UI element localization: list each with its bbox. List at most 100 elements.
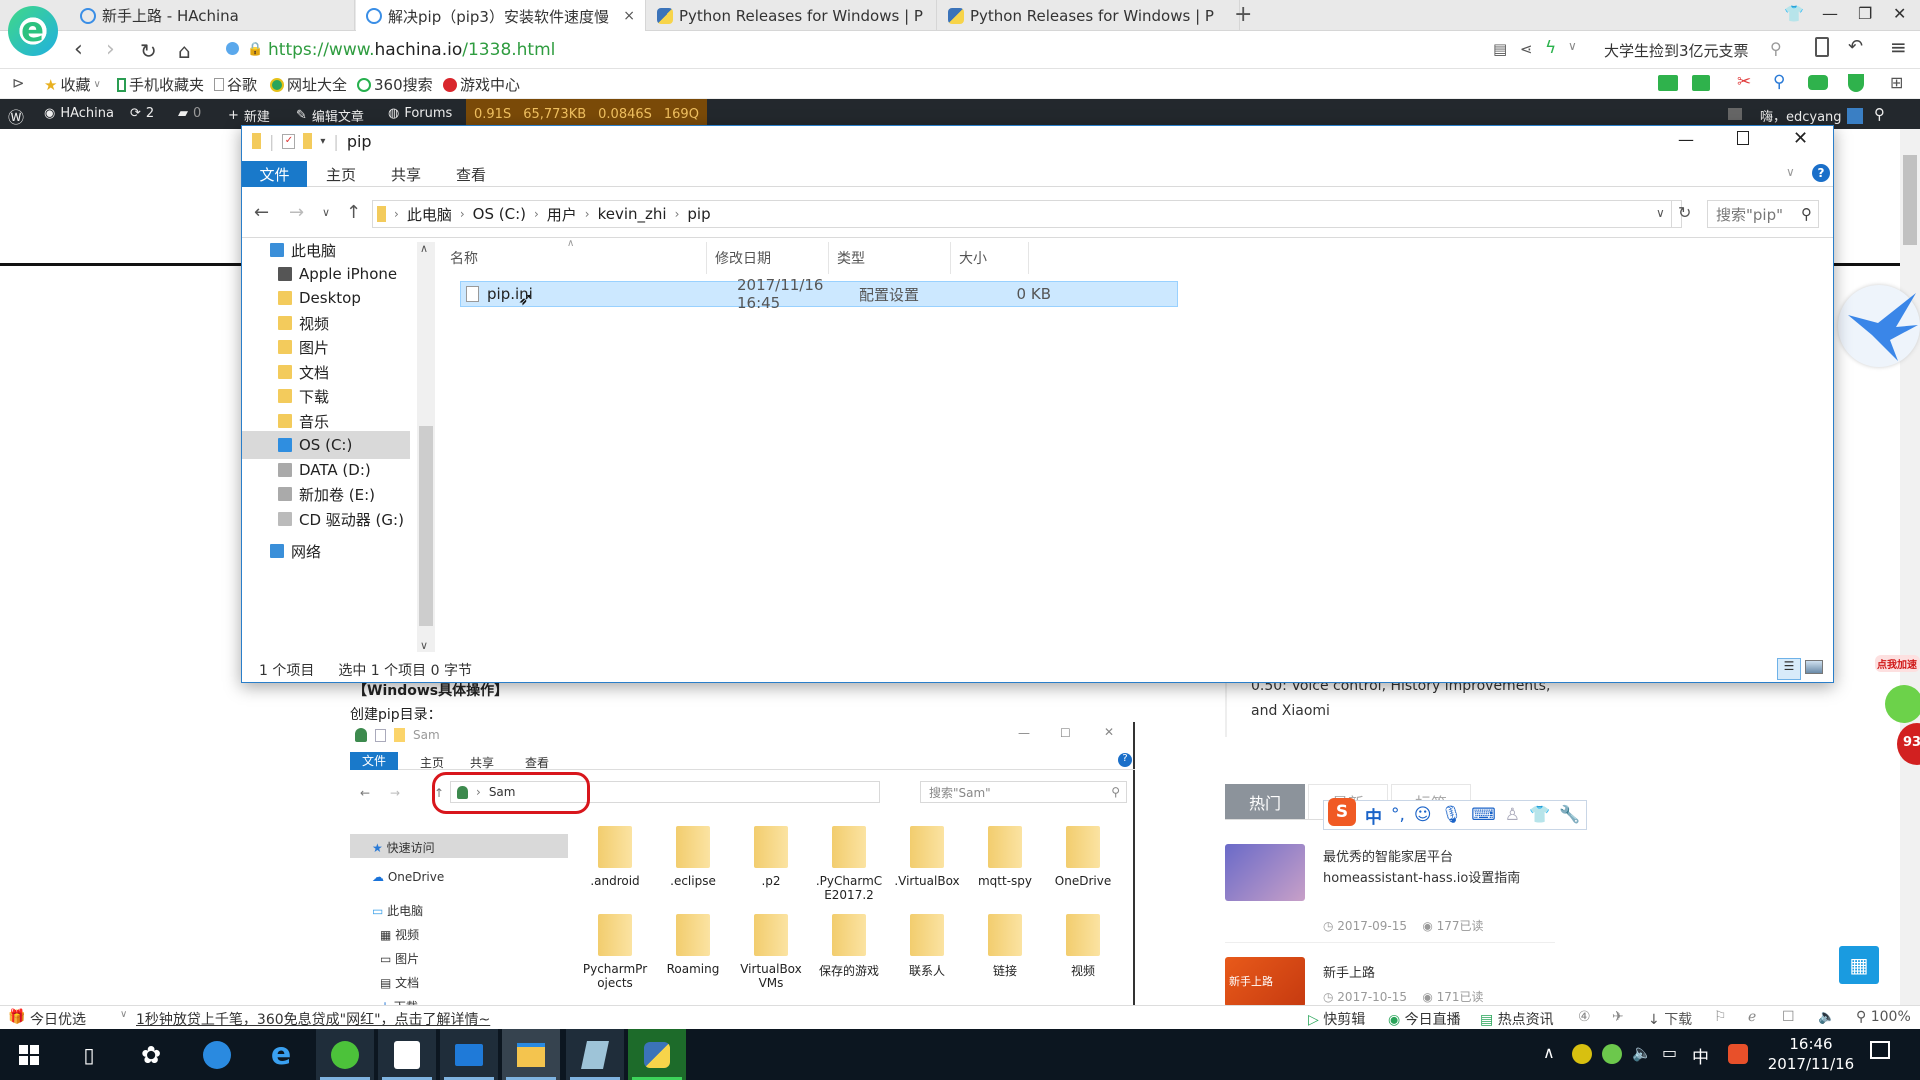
downloads-link[interactable]: ↓ 下载 <box>1648 1009 1692 1029</box>
breadcrumb-item[interactable]: pip <box>687 205 710 223</box>
start-button[interactable] <box>0 1029 58 1080</box>
details-view-button[interactable]: ☰ <box>1777 658 1801 680</box>
close-button[interactable]: ✕ <box>1793 128 1808 149</box>
battery-tray-icon[interactable]: ▭ <box>1662 1043 1677 1062</box>
nav-scrollbar-thumb[interactable] <box>419 426 433 626</box>
post-thumbnail[interactable] <box>1225 844 1305 901</box>
zoom-level[interactable]: ⚲ 100% <box>1856 1009 1911 1025</box>
address-breadcrumb[interactable]: › 此电脑 › OS (C:) › 用户 › kevin_zhi › pip ∨ ↻ <box>372 200 1691 228</box>
url-field[interactable]: https://www.hachina.io/1338.html <box>268 40 555 60</box>
file-explorer-taskbar-icon[interactable] <box>502 1029 560 1080</box>
bookmark-game-center[interactable]: 游戏中心 <box>443 74 520 95</box>
app-browser-blue-icon[interactable] <box>188 1029 246 1080</box>
download-bird-icon[interactable] <box>1838 285 1920 367</box>
app-control-panel-icon[interactable] <box>440 1029 498 1080</box>
volume-icon[interactable]: 🔈 <box>1818 1009 1835 1025</box>
forward-button[interactable]: › <box>106 37 115 62</box>
clock[interactable]: 16:46 2017/11/16 <box>1766 1034 1856 1074</box>
new-folder-icon[interactable] <box>303 133 313 149</box>
nav-item[interactable]: 新加卷 (E:) <box>242 480 410 508</box>
restore-button[interactable]: ❐ <box>1858 4 1872 23</box>
nav-item[interactable]: Desktop <box>242 284 410 312</box>
new-tab-button[interactable]: + <box>1234 2 1252 27</box>
window-icon[interactable]: ☐ <box>1782 1009 1795 1025</box>
ribbon-tab-home[interactable]: 主页 <box>312 161 370 187</box>
mode-dropdown-icon[interactable]: ∨ <box>1568 39 1577 53</box>
breadcrumb-item[interactable]: 用户 <box>547 204 577 225</box>
user-icon[interactable]: ♙ <box>1505 805 1520 825</box>
site-info-icon[interactable] <box>226 42 239 55</box>
refresh-icon[interactable]: ↻ <box>1678 203 1691 222</box>
daily-picks-link[interactable]: 今日优选 <box>30 1009 86 1029</box>
search-icon[interactable]: ⚲ <box>1770 39 1782 58</box>
wp-edit-post[interactable]: ✎ 编辑文章 <box>296 106 364 125</box>
breadcrumb-separator-icon[interactable]: › <box>534 207 539 221</box>
maximize-button[interactable] <box>1737 131 1749 145</box>
breadcrumb-separator-icon[interactable]: › <box>460 207 465 221</box>
speed-value[interactable]: 93 <box>1897 723 1920 765</box>
column-header-name[interactable]: 名称 <box>442 242 707 274</box>
page-scrollbar[interactable] <box>1900 129 1920 1005</box>
breadcrumb-separator-icon[interactable]: › <box>585 207 590 221</box>
speed-mascot-icon[interactable] <box>1885 685 1920 723</box>
nav-item[interactable]: 网络 <box>242 537 410 565</box>
speed-mode-icon[interactable]: ϟ <box>1545 38 1556 58</box>
internet-explorer-icon[interactable]: e <box>252 1029 310 1080</box>
ime-punctuation[interactable]: °, <box>1391 805 1405 825</box>
task-view-button[interactable]: ▯ <box>60 1029 118 1080</box>
apps-grid-icon[interactable]: ⊞ <box>1890 73 1903 92</box>
qr-code-button[interactable]: ▦ <box>1839 946 1879 984</box>
flag-icon[interactable]: ⚐ <box>1714 1009 1727 1025</box>
skin-icon[interactable]: 👕 <box>1784 4 1804 23</box>
search-input[interactable]: 搜索"pip" ⚲ <box>1707 200 1819 228</box>
bookmark-google[interactable]: 谷歌 <box>214 74 257 95</box>
column-header-size[interactable]: 大小 <box>951 242 1029 274</box>
ime-mode[interactable]: 中 <box>1365 803 1382 828</box>
undo-icon[interactable]: ↶ <box>1848 36 1863 57</box>
reading-icon[interactable] <box>1658 75 1678 91</box>
input-method-indicator[interactable]: 中 <box>1692 1043 1709 1068</box>
find-icon[interactable]: ⚲ <box>1773 72 1785 92</box>
nav-item[interactable]: CD 驱动器 (G:) <box>242 505 410 533</box>
minimize-button[interactable]: — <box>1822 4 1838 23</box>
post-title[interactable]: 新手上路 <box>1323 962 1375 981</box>
360-safe-tray-icon[interactable] <box>1572 1044 1592 1064</box>
quick-edit-link[interactable]: ▷ 快剪辑 <box>1308 1009 1365 1029</box>
wp-user-greeting[interactable]: 嗨，edcyang <box>1760 106 1863 125</box>
tab-hachina[interactable]: 新手上路 - HAchina <box>70 0 355 31</box>
forward-button[interactable]: → <box>289 202 304 223</box>
bookmark-mobile[interactable]: 手机收藏夹 <box>117 74 204 95</box>
wrench-icon[interactable]: 🔧 <box>1559 805 1580 825</box>
post-thumbnail[interactable]: 新手上路 <box>1225 957 1305 1007</box>
nav-item[interactable]: OS (C:) <box>242 431 410 459</box>
volume-tray-icon[interactable]: 🔈 <box>1632 1043 1652 1062</box>
column-header-type[interactable]: 类型 <box>829 242 951 274</box>
tab-python-releases-1[interactable]: Python Releases for Windows | P <box>647 0 937 31</box>
recent-locations-icon[interactable]: ∨ <box>322 206 330 219</box>
wp-search-icon[interactable]: ⚲ <box>1874 105 1885 123</box>
quick-access-dropdown-icon[interactable]: ▾ <box>320 136 325 147</box>
hot-news-link[interactable]: ▤ 热点资讯 <box>1480 1009 1554 1029</box>
voice-icon[interactable]: 🎙 <box>1441 805 1463 825</box>
skin-icon[interactable]: 👕 <box>1529 805 1550 825</box>
nav-item[interactable]: 下载 <box>242 382 410 410</box>
rocket-icon[interactable]: ✈ <box>1612 1009 1624 1025</box>
ime-toolbar[interactable]: S 中 °, ☺ 🎙 ⌨ ♙ 👕 🔧 <box>1323 798 1587 830</box>
reader-mode-icon[interactable]: ▤ <box>1493 40 1507 58</box>
page-scrollbar-thumb[interactable] <box>1903 155 1917 245</box>
show-hidden-icons[interactable]: ∧ <box>1543 1043 1555 1062</box>
tab-python-releases-2[interactable]: Python Releases for Windows | P <box>938 0 1240 31</box>
wordpress-icon[interactable]: Ⓦ <box>8 104 24 128</box>
back-button[interactable]: ← <box>254 202 269 223</box>
breadcrumb-separator-icon[interactable]: › <box>675 207 680 221</box>
breadcrumb-item[interactable]: 此电脑 <box>407 204 452 225</box>
large-icons-view-button[interactable] <box>1805 660 1823 674</box>
wallet-shield-icon[interactable] <box>1848 74 1864 92</box>
close-tab-icon[interactable]: × <box>623 8 635 24</box>
up-button[interactable]: ↑ <box>346 202 361 223</box>
speed-label[interactable]: 点我加速 <box>1875 655 1920 672</box>
tab-hot[interactable]: 热门 <box>1225 784 1305 820</box>
ribbon-tab-view[interactable]: 查看 <box>442 161 500 187</box>
properties-icon[interactable]: ✓ <box>282 133 296 149</box>
sidebar-toggle-icon[interactable]: ⊳ <box>12 74 25 92</box>
